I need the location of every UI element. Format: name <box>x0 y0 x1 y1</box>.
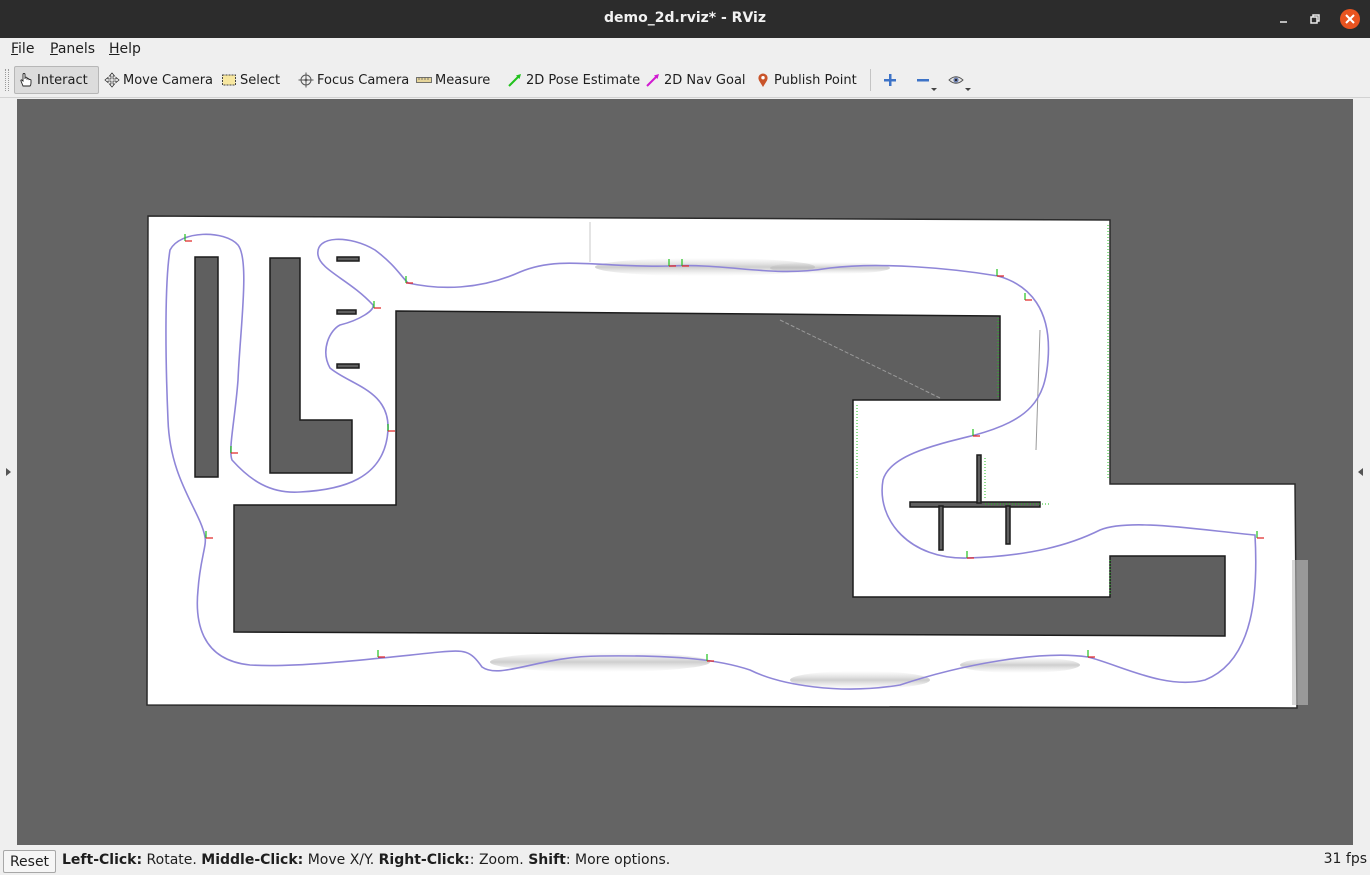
add-tool-button[interactable] <box>882 72 898 88</box>
move-camera-label: Move Camera <box>123 72 214 88</box>
left-click-key: Left-Click: <box>62 852 143 868</box>
toolbar: Interact Move Camera Select Focus Camera… <box>0 61 1370 98</box>
expand-left-icon[interactable] <box>6 468 11 476</box>
minimize-icon <box>1280 21 1287 23</box>
close-button[interactable] <box>1340 9 1360 29</box>
maximize-button[interactable] <box>1306 9 1326 29</box>
view-button[interactable] <box>948 72 971 91</box>
hand-pointer-icon <box>20 73 32 87</box>
map-view <box>146 215 1308 709</box>
magenta-arrow-icon <box>646 74 659 87</box>
mouse-hint-text: Left-Click: Rotate. Middle-Click: Move X… <box>62 852 670 868</box>
publish-point-label: Publish Point <box>774 72 857 88</box>
menu-help[interactable]: Help <box>109 41 141 57</box>
nav-goal-tool-button[interactable]: 2D Nav Goal <box>645 66 746 94</box>
interact-tool-button[interactable]: Interact <box>14 66 99 94</box>
shift-desc: : More options. <box>565 852 671 868</box>
right-click-desc: : Zoom. <box>469 852 529 868</box>
minus-icon <box>917 79 929 82</box>
plus-icon <box>884 74 896 86</box>
middle-click-desc: Move X/Y. <box>303 852 379 868</box>
move-arrows-icon <box>104 72 120 88</box>
menu-file[interactable]: File <box>11 41 34 57</box>
left-click-desc: Rotate. <box>142 852 202 868</box>
close-icon <box>1345 14 1355 24</box>
focus-camera-tool-button[interactable]: Focus Camera <box>298 66 409 94</box>
expand-right-icon[interactable] <box>1358 468 1363 476</box>
fps-counter: 31 fps <box>1323 851 1367 867</box>
publish-point-tool-button[interactable]: Publish Point <box>755 66 857 94</box>
dropdown-arrow-icon <box>965 88 971 91</box>
title-bar: demo_2d.rviz* - RViz <box>0 0 1370 38</box>
toolbar-separator <box>870 69 871 91</box>
eye-icon <box>948 76 964 84</box>
render-viewport[interactable] <box>17 99 1353 845</box>
crosshair-icon <box>298 72 314 88</box>
move-camera-tool-button[interactable]: Move Camera <box>104 66 213 94</box>
map-pin-icon <box>758 73 768 87</box>
toolbar-grip[interactable] <box>5 69 9 91</box>
select-tool-button[interactable]: Select <box>221 66 280 94</box>
green-arrow-icon <box>508 74 521 87</box>
restore-icon <box>1310 14 1320 24</box>
selection-rectangle-icon <box>222 74 236 86</box>
remove-tool-button[interactable] <box>915 72 937 91</box>
focus-camera-label: Focus Camera <box>317 72 410 88</box>
reset-button[interactable]: Reset <box>3 850 56 873</box>
right-click-key: Right-Click: <box>378 852 470 868</box>
interact-label: Interact <box>37 72 88 88</box>
menu-panels[interactable]: Panels <box>50 41 95 57</box>
shift-key: Shift <box>528 852 566 868</box>
dropdown-arrow-icon <box>931 88 937 91</box>
middle-click-key: Middle-Click: <box>201 852 304 868</box>
status-bar: Reset Left-Click: Rotate. Middle-Click: … <box>0 846 1370 875</box>
ruler-icon <box>416 77 432 83</box>
minimize-button[interactable] <box>1274 9 1294 29</box>
measure-label: Measure <box>435 72 491 88</box>
select-label: Select <box>240 72 281 88</box>
pose-estimate-tool-button[interactable]: 2D Pose Estimate <box>507 66 640 94</box>
window-title: demo_2d.rviz* - RViz <box>604 10 766 26</box>
nav-goal-label: 2D Nav Goal <box>664 72 746 88</box>
pose-estimate-label: 2D Pose Estimate <box>526 72 641 88</box>
menu-bar: File Panels Help <box>0 38 1370 61</box>
measure-tool-button[interactable]: Measure <box>416 66 490 94</box>
